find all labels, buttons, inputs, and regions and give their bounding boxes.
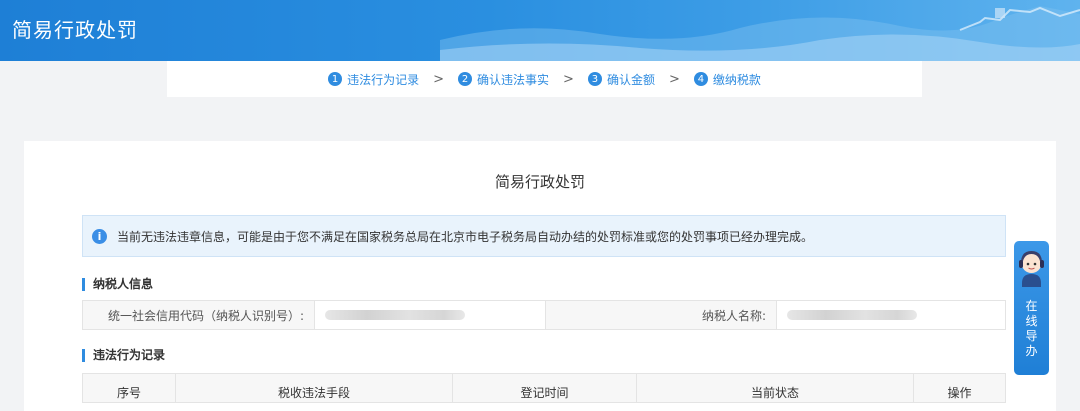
step-confirm-facts: 2 确认违法事实 [458,71,549,88]
taxpayer-name-value [776,301,1005,329]
step-number: 2 [458,72,473,86]
mountain-banner-graphic [440,6,1080,61]
chevron-right-icon: > [668,71,680,87]
guide-char: 办 [1025,344,1038,358]
info-icon: i [92,228,107,244]
violation-record-heading: 违法行为记录 [82,349,165,362]
step-label: 缴纳税款 [712,72,761,87]
guide-char: 线 [1025,314,1038,328]
column-header: 税收违法手段 [176,374,453,402]
credit-code-value [314,301,546,329]
step-pay-tax: 4 缴纳税款 [693,71,761,88]
chevron-right-icon: > [563,71,574,87]
header-bar: 简易行政处罚 [0,0,1080,61]
column-header: 当前状态 [637,374,914,402]
guide-char: 在 [1025,299,1038,313]
customer-service-avatar-icon [1019,251,1044,287]
taxpayer-name-label: 纳税人名称: [546,301,776,329]
app-title: 简易行政处罚 [12,18,138,42]
main-card: 简易行政处罚 i 当前无违法违章信息，可能是由于您不满足在国家税务总局在北京市电… [24,141,1056,411]
step-label: 确认金额 [606,72,655,87]
step-number: 1 [328,72,343,86]
online-guide-label: 在 线 导 办 [1014,299,1049,359]
step-number: 4 [693,72,708,86]
guide-char: 导 [1025,329,1038,343]
step-label: 确认违法事实 [477,72,550,87]
chevron-right-icon: > [433,71,445,87]
credit-code-label: 统一社会信用代码（纳税人识别号）: [83,301,314,329]
online-guide-button[interactable]: 在 线 导 办 [1014,241,1049,375]
column-header: 操作 [947,385,972,400]
taxpayer-info-row: 统一社会信用代码（纳税人识别号）: 纳税人名称: [82,300,1006,330]
step-label: 违法行为记录 [347,72,420,87]
column-header: 序号 [83,374,176,402]
column-header: 登记时间 [453,374,637,402]
notice-text: 当前无违法违章信息，可能是由于您不满足在国家税务总局在北京市电子税务局自动办结的… [117,229,814,244]
info-notice: i 当前无违法违章信息，可能是由于您不满足在国家税务总局在北京市电子税务局自动办… [82,215,1006,257]
redacted-value [325,310,465,320]
step-confirm-amount: 3 确认金额 [587,71,655,88]
step-number: 3 [587,72,602,86]
page-title: 简易行政处罚 [494,173,585,191]
step-violation-record: 1 违法行为记录 [328,71,419,88]
taxpayer-info-heading: 纳税人信息 [82,278,153,291]
progress-steps: 1 违法行为记录 > 2 确认违法事实 > 3 确认金额 > 4 缴纳税款 [167,61,922,97]
redacted-value [787,310,917,320]
